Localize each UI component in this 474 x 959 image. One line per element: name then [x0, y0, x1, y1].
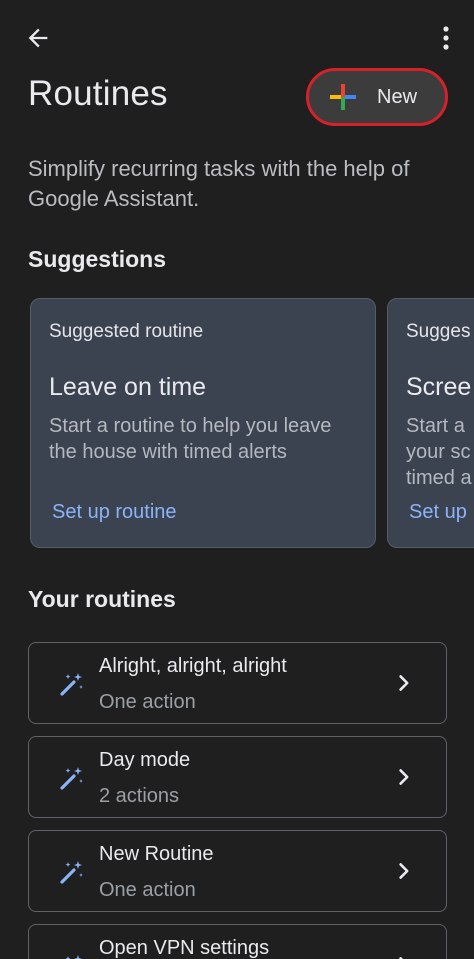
magic-wand-icon — [60, 673, 83, 696]
more-options-button[interactable] — [430, 18, 462, 58]
set-up-routine-link[interactable]: Set up — [409, 501, 467, 524]
suggestion-kicker: Suggested routine — [49, 321, 204, 342]
page-title: Routines — [28, 74, 168, 113]
new-button-label: New — [377, 85, 418, 108]
suggestion-title: Scree — [406, 373, 472, 401]
chevron-right-icon — [399, 769, 409, 785]
chevron-right-icon — [399, 863, 409, 879]
routine-name: Open VPN settings — [99, 937, 270, 959]
suggestion-card[interactable]: Suggested routine Leave on time Start a … — [30, 298, 376, 548]
chevron-right-icon — [399, 957, 404, 959]
routine-row[interactable]: Alright, alright, alright One action — [28, 642, 447, 724]
routine-action-count: One action — [99, 691, 196, 713]
routine-row[interactable]: Open VPN settings — [28, 924, 447, 959]
new-routine-button[interactable]: New — [306, 68, 448, 126]
magic-wand-icon — [60, 861, 83, 884]
routine-action-count: 2 actions — [99, 785, 180, 807]
routine-row[interactable]: Day mode 2 actions — [28, 736, 447, 818]
routine-name: Day mode — [99, 749, 191, 771]
more-vert-icon — [443, 26, 449, 50]
set-up-routine-link[interactable]: Set up routine — [52, 501, 177, 524]
suggestion-description: Start a routine to help you leave the ho… — [49, 415, 332, 463]
suggestion-kicker: Sugges — [406, 321, 471, 342]
your-routines-heading: Your routines — [28, 586, 176, 612]
suggestion-title: Leave on time — [49, 373, 207, 401]
magic-wand-icon — [65, 955, 82, 959]
chevron-right-icon — [399, 675, 409, 691]
suggestions-carousel[interactable]: Suggested routine Leave on time Start a … — [30, 298, 474, 548]
suggestion-description: Start a your sc timed a — [406, 415, 472, 489]
routine-action-count: One action — [99, 879, 196, 901]
routine-name: Alright, alright, alright — [99, 655, 287, 677]
suggestions-heading: Suggestions — [28, 246, 167, 272]
suggestion-card[interactable]: Sugges Scree Start a your sc timed a Set… — [387, 298, 474, 548]
back-arrow-icon — [28, 28, 48, 48]
routine-name: New Routine — [99, 843, 214, 865]
google-plus-icon — [330, 84, 356, 110]
routine-row[interactable]: New Routine One action — [28, 830, 447, 912]
magic-wand-icon — [60, 767, 83, 790]
routines-screen: Routines New Simplify recurring tasks wi… — [0, 0, 474, 959]
intro-text: Simplify recurring tasks with the help o… — [28, 156, 410, 211]
back-button[interactable] — [18, 18, 58, 58]
